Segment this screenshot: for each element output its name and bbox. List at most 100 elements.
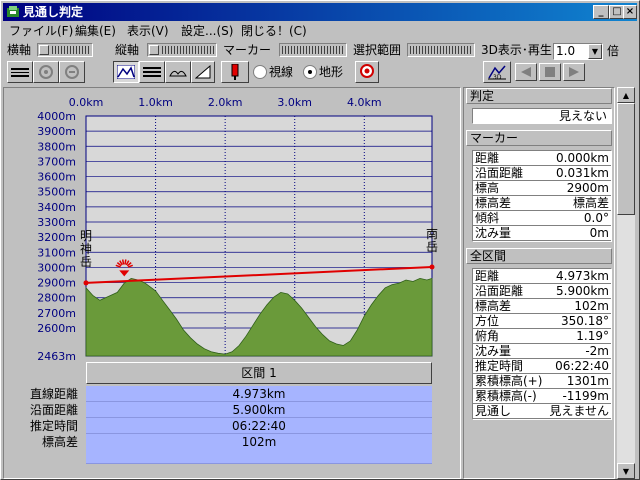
range-label: 選択範囲 — [353, 43, 402, 57]
full-range-value: 1301m — [566, 374, 609, 388]
full-range-value: 4.973km — [556, 269, 609, 283]
marker-key: 標高差 — [475, 196, 512, 210]
full-range-header: 全区間 — [466, 248, 612, 264]
judgement-header: 判定 — [466, 88, 612, 104]
marker-value: 0.031km — [556, 166, 609, 180]
full-range-key: 方位 — [475, 314, 500, 328]
close-button[interactable]: × — [623, 5, 637, 19]
lines-view-button[interactable] — [139, 61, 165, 83]
full-range-row: 推定時間 06:22:40 — [473, 359, 611, 374]
full-range-value: 102m — [574, 299, 609, 313]
menu-close[interactable]: 閉じる！(C) — [241, 22, 307, 40]
end-label: 南 — [426, 226, 438, 241]
marker-row: 傾斜 0.0° — [473, 211, 611, 226]
y-tick-label: 3200m — [37, 231, 76, 244]
title-bar: 見通し判定 _ □ × — [3, 3, 637, 21]
terrain-radio-label: 地形 — [319, 65, 344, 79]
y-tick-label: 2800m — [37, 292, 76, 305]
full-range-key: 見通し — [475, 404, 512, 418]
y-tick-label: 3100m — [37, 246, 76, 259]
record-icon — [360, 64, 374, 78]
play-button[interactable] — [563, 63, 585, 81]
y-tick-label: 2600m — [37, 322, 76, 335]
y-tick-label: 4000m — [37, 110, 76, 123]
full-range-row: 見通し 見えません — [473, 404, 611, 419]
elevation-chart[interactable]: 4000m 3900m 3800m 3700m 3600m 3500m 3400m 3300m… — [4, 88, 460, 368]
menu-settings[interactable]: 設定...(S) — [181, 22, 233, 40]
marker-value: 2900m — [566, 181, 609, 195]
record-button[interactable] — [355, 61, 379, 83]
surface-distance-label: 沿面距離 — [29, 403, 78, 417]
marker-header: マーカー — [466, 130, 612, 146]
full-range-row: 沿面距離 5.900km — [473, 284, 611, 299]
full-range-row: 俯角 1.19° — [473, 329, 611, 344]
minimize-button[interactable]: _ — [593, 5, 609, 19]
scroll-thumb[interactable] — [617, 103, 635, 215]
3d-view-label: 3D表示･再生 — [481, 43, 552, 57]
y-tick-label: 3500m — [37, 186, 76, 199]
y-tick-label: 2900m — [37, 277, 76, 290]
vertical-axis-slider[interactable] — [147, 43, 217, 57]
flat-view-button[interactable] — [7, 61, 33, 83]
x-tick-label: 1.0km — [138, 96, 173, 109]
full-range-table: 距離 4.973km 沿面距離 5.900km 標高差 102m 方位 350.18° 俯角 1.… — [472, 268, 612, 420]
stop-button[interactable] — [539, 63, 561, 81]
marker-row: 距離 0.000km — [473, 151, 611, 166]
full-range-row: 方位 350.18° — [473, 314, 611, 329]
menu-file[interactable]: ファイル(F) — [9, 22, 73, 40]
full-range-key: 累積標高(-) — [475, 389, 537, 403]
rewind-button[interactable] — [515, 63, 537, 81]
marker-tool-button[interactable] — [221, 61, 249, 83]
full-range-row: 距離 4.973km — [473, 269, 611, 284]
marker-row: 沈み量 0m — [473, 226, 611, 241]
slope-button[interactable] — [191, 61, 215, 83]
elevation-diff-value: 102m — [86, 434, 432, 464]
3d-view-button[interactable]: 3D — [483, 61, 511, 83]
sight-radio-label: 視線 — [269, 65, 294, 79]
section-header[interactable]: 区間 1 — [86, 362, 432, 384]
menu-view[interactable]: 表示(V) — [127, 22, 169, 40]
x-tick-label: 2.0km — [208, 96, 243, 109]
x-tick-label: 0.0km — [69, 96, 104, 109]
play-back-icon — [521, 67, 531, 77]
marker-label: マーカー — [223, 43, 272, 57]
marker-value: 0.000km — [556, 151, 609, 165]
terrain-radio[interactable] — [303, 65, 317, 79]
terrain-view-button[interactable] — [165, 61, 191, 83]
y-tick-label: 3900m — [37, 125, 76, 138]
speed-dropdown-icon[interactable]: ▼ — [588, 44, 602, 59]
speed-select[interactable]: 1.0 ▼ — [553, 43, 603, 60]
straight-distance-label: 直線距離 — [29, 387, 78, 401]
judgement-value: 見えない — [472, 108, 612, 124]
vertical-axis-label: 縦軸 — [115, 43, 140, 57]
vertical-scrollbar[interactable]: ▲ ▼ — [617, 87, 635, 479]
sight-radio[interactable] — [253, 65, 267, 79]
elevation-diff-label: 標高差 — [41, 435, 78, 449]
scroll-up-icon[interactable]: ▲ — [617, 87, 635, 103]
main-window: 見通し判定 _ □ × ファイル(F) 編集(E) 表示(V) 設定...(S)… — [0, 0, 640, 480]
horizontal-axis-slider[interactable] — [37, 43, 93, 57]
rotate-button[interactable] — [59, 61, 85, 83]
start-label: 明 — [80, 229, 92, 243]
mountain-icon — [117, 65, 135, 79]
terrain-icon — [169, 70, 187, 77]
profile-view-button[interactable] — [113, 61, 139, 83]
speed-unit: 倍 — [607, 44, 620, 58]
compass-button[interactable] — [33, 61, 59, 83]
start-label: 岳 — [80, 255, 92, 269]
scroll-down-icon[interactable]: ▼ — [617, 463, 635, 479]
menu-edit[interactable]: 編集(E) — [75, 22, 116, 40]
flat-lines-icon — [11, 68, 29, 77]
full-range-value: -2m — [585, 344, 609, 358]
y-tick-label: 3600m — [37, 171, 76, 184]
y-tick-label: 3800m — [37, 140, 76, 153]
full-range-row: 累積標高(+) 1301m — [473, 374, 611, 389]
marker-slider[interactable] — [279, 43, 347, 57]
profile-panel: 4000m 3900m 3800m 3700m 3600m 3500m 3400m 3300m… — [3, 87, 461, 479]
range-slider[interactable] — [407, 43, 475, 57]
svg-text:3D: 3D — [493, 74, 502, 80]
obstruction-ray — [124, 259, 127, 265]
compass-icon — [39, 65, 53, 79]
surface-distance-value: 5.900km — [86, 402, 432, 418]
marker-value: 0.0° — [583, 211, 609, 225]
